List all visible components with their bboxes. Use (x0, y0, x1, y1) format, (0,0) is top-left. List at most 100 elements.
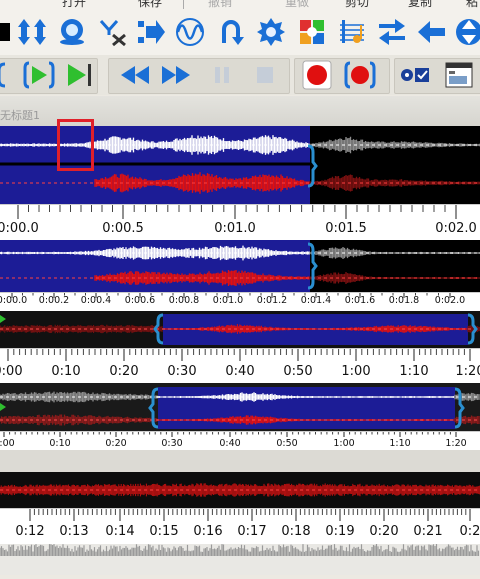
ruler-label: 0:21 (413, 524, 442, 539)
ruler-label: 0:10 (51, 364, 80, 379)
waveform-overview-2[interactable] (0, 311, 480, 348)
play-region-icon (23, 60, 55, 90)
score-button[interactable] (335, 15, 369, 49)
waveform-trace (309, 272, 480, 284)
ruler-label: 0:12 (15, 524, 44, 539)
ruler-label: 0:00.0 (0, 295, 27, 306)
play-region-button[interactable] (22, 58, 56, 92)
gear-icon (256, 17, 286, 47)
ruler-label: 0:40 (219, 438, 240, 449)
ruler-label: 0:00.5 (102, 221, 144, 236)
ruler-label: 1:10 (389, 438, 410, 449)
record-region-button[interactable] (343, 58, 377, 92)
mix-check-button[interactable] (398, 58, 432, 92)
swap-arrows-icon (377, 17, 407, 47)
ruler-label: 0:2 (460, 524, 480, 539)
ruler-label: 0:01.0 (214, 221, 256, 236)
time-ruler-1[interactable]: 0:00.0 0:00.5 0:01.0 0:01.5 0:02.0 (0, 204, 480, 241)
fast-forward-button[interactable] (159, 58, 193, 92)
ruler-label: 0:00 (0, 438, 15, 449)
ruler-label: 0:30 (161, 438, 182, 449)
time-ruler-5[interactable]: 0:12 0:13 0:14 0:15 0:16 0:17 0:18 0:19 0:20 0:21… (0, 508, 480, 545)
menu-undo: 撤销 (208, 0, 233, 9)
waveform-overview-3[interactable] (0, 383, 480, 431)
settings-button[interactable] (254, 15, 288, 49)
ruler-label: 0:10 (49, 438, 70, 449)
ruler-label: 0:18 (281, 524, 310, 539)
menu-copy[interactable]: 复制 (408, 0, 432, 9)
split-button[interactable] (96, 15, 130, 49)
menu-open[interactable]: 打开 (62, 0, 86, 9)
time-ruler-2[interactable]: 0:00.0 0:00.2 0:00.4 0:00.6 0:00.8 0:01.0 0:01… (0, 292, 480, 312)
ruler-label: 0:16 (193, 524, 222, 539)
vertical-zoom-button[interactable] (452, 15, 480, 49)
menu-cut[interactable]: 剪切 (345, 0, 369, 9)
waveform-trace (0, 544, 480, 556)
play-to-end-button[interactable] (62, 58, 96, 92)
split-cut-icon (98, 17, 128, 47)
ruler-label: 0:13 (59, 524, 88, 539)
time-ruler-4[interactable]: 0:00 0:10 0:20 0:30 0:40 0:50 1:00 1:10 1:20 (0, 431, 480, 451)
ruler-label: 0:20 (369, 524, 398, 539)
menu-paste[interactable]: 粘 (466, 0, 478, 9)
record-icon (302, 60, 332, 90)
ruler-label: 1:10 (399, 364, 428, 379)
window-icon (445, 62, 473, 88)
menu-separator (183, 0, 184, 9)
window-button[interactable] (442, 58, 476, 92)
ruler-label: 0:00.0 (0, 221, 39, 236)
ruler-label: 0:00.8 (169, 295, 199, 306)
menu-redo: 重做 (285, 0, 310, 9)
swap-button[interactable] (375, 15, 409, 49)
waveform-trace (309, 246, 480, 260)
selection-region (158, 387, 455, 429)
ruler-label: 0:01.0 (213, 295, 243, 306)
transport-toolbar (0, 55, 480, 95)
ruler-label: 1:00 (341, 364, 370, 379)
undo-arrow-icon (216, 17, 246, 47)
send-button[interactable] (134, 15, 168, 49)
waveform-trace (309, 136, 480, 154)
pause-icon (212, 65, 232, 85)
ruler-label: 0:02.0 (435, 295, 465, 306)
ruler-label: 0:50 (283, 364, 312, 379)
main-toolbar (0, 9, 480, 55)
fit-button[interactable] (15, 15, 49, 49)
time-ruler-3[interactable]: 0:00 0:10 0:20 0:30 0:40 0:50 1:00 1:10 1:20 (0, 348, 480, 384)
ruler-label: 1:00 (333, 438, 354, 449)
select-region-button[interactable] (0, 58, 20, 92)
ruler-label: 0:50 (276, 438, 297, 449)
rewind-button[interactable] (118, 58, 152, 92)
sine-button[interactable] (173, 15, 207, 49)
back-button[interactable] (414, 15, 448, 49)
record-button[interactable] (300, 58, 334, 92)
waveform-overview-4[interactable] (0, 472, 480, 508)
ruler-label: 0:15 (149, 524, 178, 539)
ruler-label: 0:00.2 (39, 295, 69, 306)
play-to-end-icon (64, 60, 94, 90)
ruler-label: 0:02.0 (435, 221, 477, 236)
sine-wave-icon (175, 17, 205, 47)
ruler-label: 1:20 (445, 438, 466, 449)
ruler-label: 0:14 (105, 524, 134, 539)
effects-button[interactable] (55, 15, 89, 49)
ruler-label: 0:30 (167, 364, 196, 379)
send-arrow-icon (136, 17, 166, 47)
ruler-label: 0:01.2 (257, 295, 287, 306)
ruler-label: 0:00.4 (81, 295, 111, 306)
ruler-label: 0:17 (237, 524, 266, 539)
document-title: 无标题1 (0, 109, 40, 122)
ruler-label: 0:00.6 (125, 295, 155, 306)
ruler-label: 0:20 (105, 438, 126, 449)
fx-button[interactable] (295, 15, 329, 49)
ruler-label: 0:20 (109, 364, 138, 379)
undo-button[interactable] (214, 15, 248, 49)
trim-icon (0, 19, 12, 45)
ruler-label: 0:01.5 (325, 221, 367, 236)
waveform-overview-1[interactable] (0, 240, 480, 292)
menu-save[interactable]: 保存 (138, 0, 162, 9)
music-score-icon (337, 17, 367, 47)
trim-button[interactable] (0, 15, 16, 49)
ruler-label: 0:40 (225, 364, 254, 379)
ruler-label: 1:20 (455, 364, 480, 379)
